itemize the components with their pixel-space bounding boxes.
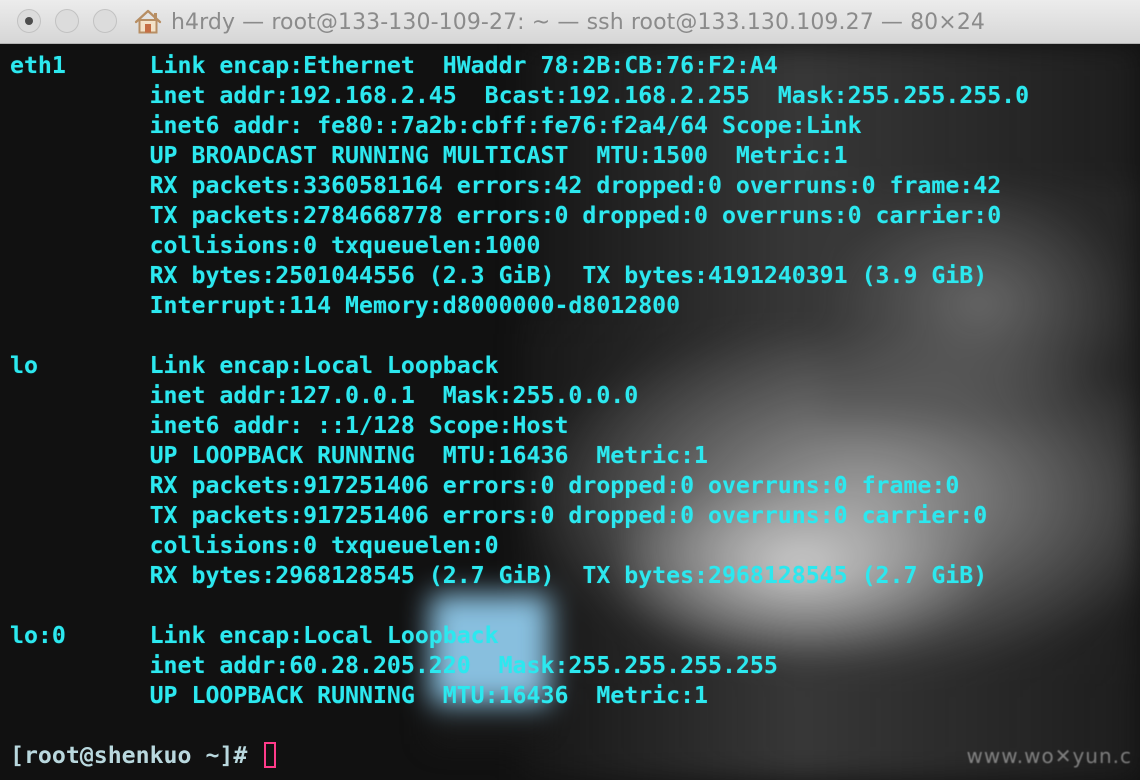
terminal-line[interactable]: inet addr:60.28.205.220 Mask:255.255.255… [10, 651, 1130, 681]
close-window-button[interactable] [17, 9, 41, 33]
terminal-line[interactable]: RX packets:3360581164 errors:42 dropped:… [10, 171, 1130, 201]
terminal-viewport[interactable]: eth1 Link encap:Ethernet HWaddr 78:2B:CB… [0, 44, 1140, 780]
home-icon [134, 9, 162, 34]
terminal-line[interactable]: UP LOOPBACK RUNNING MTU:16436 Metric:1 [10, 441, 1130, 471]
terminal-line[interactable]: TX packets:2784668778 errors:0 dropped:0… [10, 201, 1130, 231]
terminal-line[interactable]: lo Link encap:Local Loopback [10, 351, 1130, 381]
zoom-window-button[interactable] [93, 9, 117, 33]
terminal-line[interactable]: inet6 addr: fe80::7a2b:cbff:fe76:f2a4/64… [10, 111, 1130, 141]
terminal-line[interactable]: RX bytes:2968128545 (2.7 GiB) TX bytes:2… [10, 561, 1130, 591]
title-bar[interactable]: h4rdy — root@133-130-109-27: ~ — ssh roo… [0, 0, 1140, 44]
minimize-window-button[interactable] [55, 9, 79, 33]
shell-prompt: [root@shenkuo ~]# [10, 741, 262, 769]
terminal-line[interactable]: RX bytes:2501044556 (2.3 GiB) TX bytes:4… [10, 261, 1130, 291]
watermark-text: www.wo✕yun.c [966, 744, 1132, 768]
terminal-line[interactable] [10, 321, 1130, 351]
terminal-line[interactable]: TX packets:917251406 errors:0 dropped:0 … [10, 501, 1130, 531]
terminal-output[interactable]: eth1 Link encap:Ethernet HWaddr 78:2B:CB… [10, 51, 1130, 741]
terminal-line[interactable]: inet addr:192.168.2.45 Bcast:192.168.2.2… [10, 81, 1130, 111]
terminal-window: h4rdy — root@133-130-109-27: ~ — ssh roo… [0, 0, 1140, 780]
terminal-line[interactable]: lo:0 Link encap:Local Loopback [10, 621, 1130, 651]
command-prompt-line[interactable]: [root@shenkuo ~]# [10, 740, 277, 770]
terminal-cursor[interactable] [264, 742, 277, 768]
window-title-group: h4rdy — root@133-130-109-27: ~ — ssh roo… [134, 0, 985, 44]
terminal-line[interactable]: Interrupt:114 Memory:d8000000-d8012800 [10, 291, 1130, 321]
terminal-line[interactable]: RX packets:917251406 errors:0 dropped:0 … [10, 471, 1130, 501]
terminal-line[interactable]: inet6 addr: ::1/128 Scope:Host [10, 411, 1130, 441]
window-title: h4rdy — root@133-130-109-27: ~ — ssh roo… [171, 9, 986, 35]
terminal-line[interactable]: UP LOOPBACK RUNNING MTU:16436 Metric:1 [10, 681, 1130, 711]
terminal-line[interactable] [10, 711, 1130, 741]
terminal-line[interactable] [10, 591, 1130, 621]
terminal-line[interactable]: UP BROADCAST RUNNING MULTICAST MTU:1500 … [10, 141, 1130, 171]
terminal-line[interactable]: collisions:0 txqueuelen:1000 [10, 231, 1130, 261]
terminal-line[interactable]: collisions:0 txqueuelen:0 [10, 531, 1130, 561]
terminal-line[interactable]: inet addr:127.0.0.1 Mask:255.0.0.0 [10, 381, 1130, 411]
terminal-line[interactable]: eth1 Link encap:Ethernet HWaddr 78:2B:CB… [10, 51, 1130, 81]
